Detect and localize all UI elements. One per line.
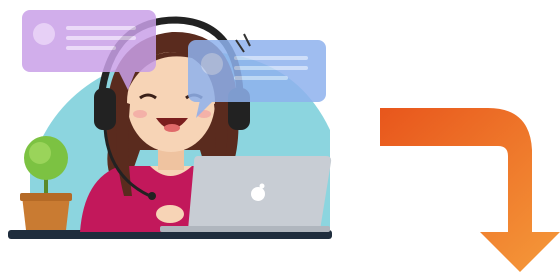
illustration-svg (8, 10, 560, 272)
arrow-icon (380, 108, 560, 272)
illustration-canvas (0, 0, 560, 280)
